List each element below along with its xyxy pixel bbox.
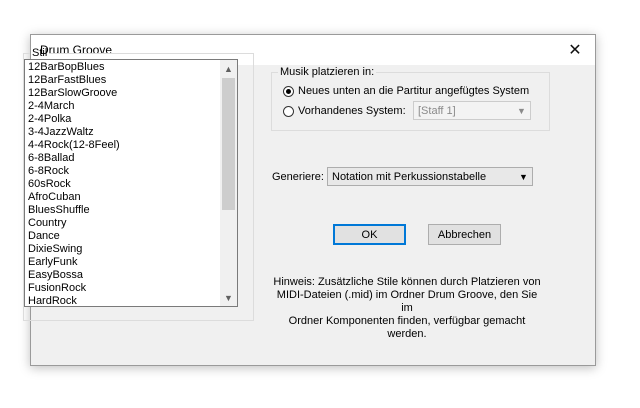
generiere-combo[interactable]: Notation mit Perkussionstabelle ▼	[327, 167, 533, 186]
list-item[interactable]: AfroCuban	[27, 191, 217, 204]
list-item[interactable]: 12BarBopBlues	[27, 61, 217, 74]
musik-group-label: Musik platzieren in:	[280, 66, 375, 78]
chevron-down-icon: ▼	[519, 171, 528, 182]
radio-existing-system-indicator[interactable]	[283, 105, 294, 117]
radio-new-system[interactable]: Neues unten an die Partitur angefügtes S…	[283, 85, 529, 97]
stil-group-label: Stil	[32, 47, 48, 59]
generiere-label: Generiere:	[272, 171, 324, 183]
musik-group: Musik platzieren in:	[271, 66, 550, 131]
chevron-down-icon: ▼	[224, 292, 233, 303]
scroll-down-button[interactable]: ▼	[220, 289, 237, 306]
close-button[interactable]: ✕	[555, 35, 595, 65]
close-icon: ✕	[568, 42, 582, 59]
list-scrollbar[interactable]: ▲ ▼	[220, 60, 237, 306]
list-item[interactable]: 3-4JazzWaltz	[27, 126, 217, 139]
style-list: 12BarBopBlues 12BarFastBlues 12BarSlowGroo…	[27, 61, 217, 306]
hint-text: Hinweis: Zusätzliche Stile können durch …	[272, 276, 542, 341]
existing-system-combo[interactable]: [Staff 1] ▼	[413, 101, 531, 120]
chevron-up-icon: ▲	[224, 63, 233, 74]
chevron-down-icon: ▼	[517, 105, 526, 116]
list-item[interactable]: FusionRock	[27, 282, 217, 295]
list-item[interactable]: 6-8Rock	[27, 165, 217, 178]
existing-system-value: [Staff 1]	[418, 104, 456, 117]
radio-existing-system[interactable]: Vorhandenes System:	[283, 105, 406, 117]
cancel-button[interactable]: Abbrechen	[428, 224, 501, 245]
radio-new-system-label: Neues unten an die Partitur angefügtes S…	[298, 85, 530, 97]
hint-line: Ordner Komponenten finden, verfügbar gem…	[288, 315, 526, 340]
radio-existing-system-label: Vorhandenes System:	[298, 105, 406, 117]
list-item[interactable]: EarlyFunk	[27, 256, 217, 269]
hint-line: Hinweis: Zusätzliche Stile können durch …	[273, 276, 541, 288]
list-item[interactable]: BluesShuffle	[27, 204, 217, 217]
list-item[interactable]: 12BarSlowGroove	[27, 87, 217, 100]
list-item[interactable]: Country	[27, 217, 217, 230]
style-listbox[interactable]: 12BarBopBlues 12BarFastBlues 12BarSlowGroo…	[24, 59, 238, 307]
hint-line: MIDI-Dateien (.mid) im Ordner Drum Groov…	[276, 289, 538, 314]
scroll-thumb[interactable]	[222, 78, 235, 210]
list-item[interactable]: EasyBossa	[27, 269, 217, 282]
list-item[interactable]: DixieSwing	[27, 243, 217, 256]
scroll-up-button[interactable]: ▲	[220, 60, 237, 77]
list-item[interactable]: 12BarFastBlues	[27, 74, 217, 87]
list-item[interactable]: 60sRock	[27, 178, 217, 191]
generiere-value: Notation mit Perkussionstabelle	[332, 170, 487, 183]
list-item[interactable]: 2-4March	[27, 100, 217, 113]
list-item[interactable]: 4-4Rock(12-8Feel)	[27, 139, 217, 152]
list-item[interactable]: HardRock	[27, 295, 217, 306]
radio-selected-dot	[286, 88, 291, 94]
radio-new-system-indicator[interactable]	[283, 85, 294, 97]
ok-button[interactable]: OK	[333, 224, 406, 245]
list-item[interactable]: 2-4Polka	[27, 113, 217, 126]
list-item[interactable]: 6-8Ballad	[27, 152, 217, 165]
list-item[interactable]: Dance	[27, 230, 217, 243]
